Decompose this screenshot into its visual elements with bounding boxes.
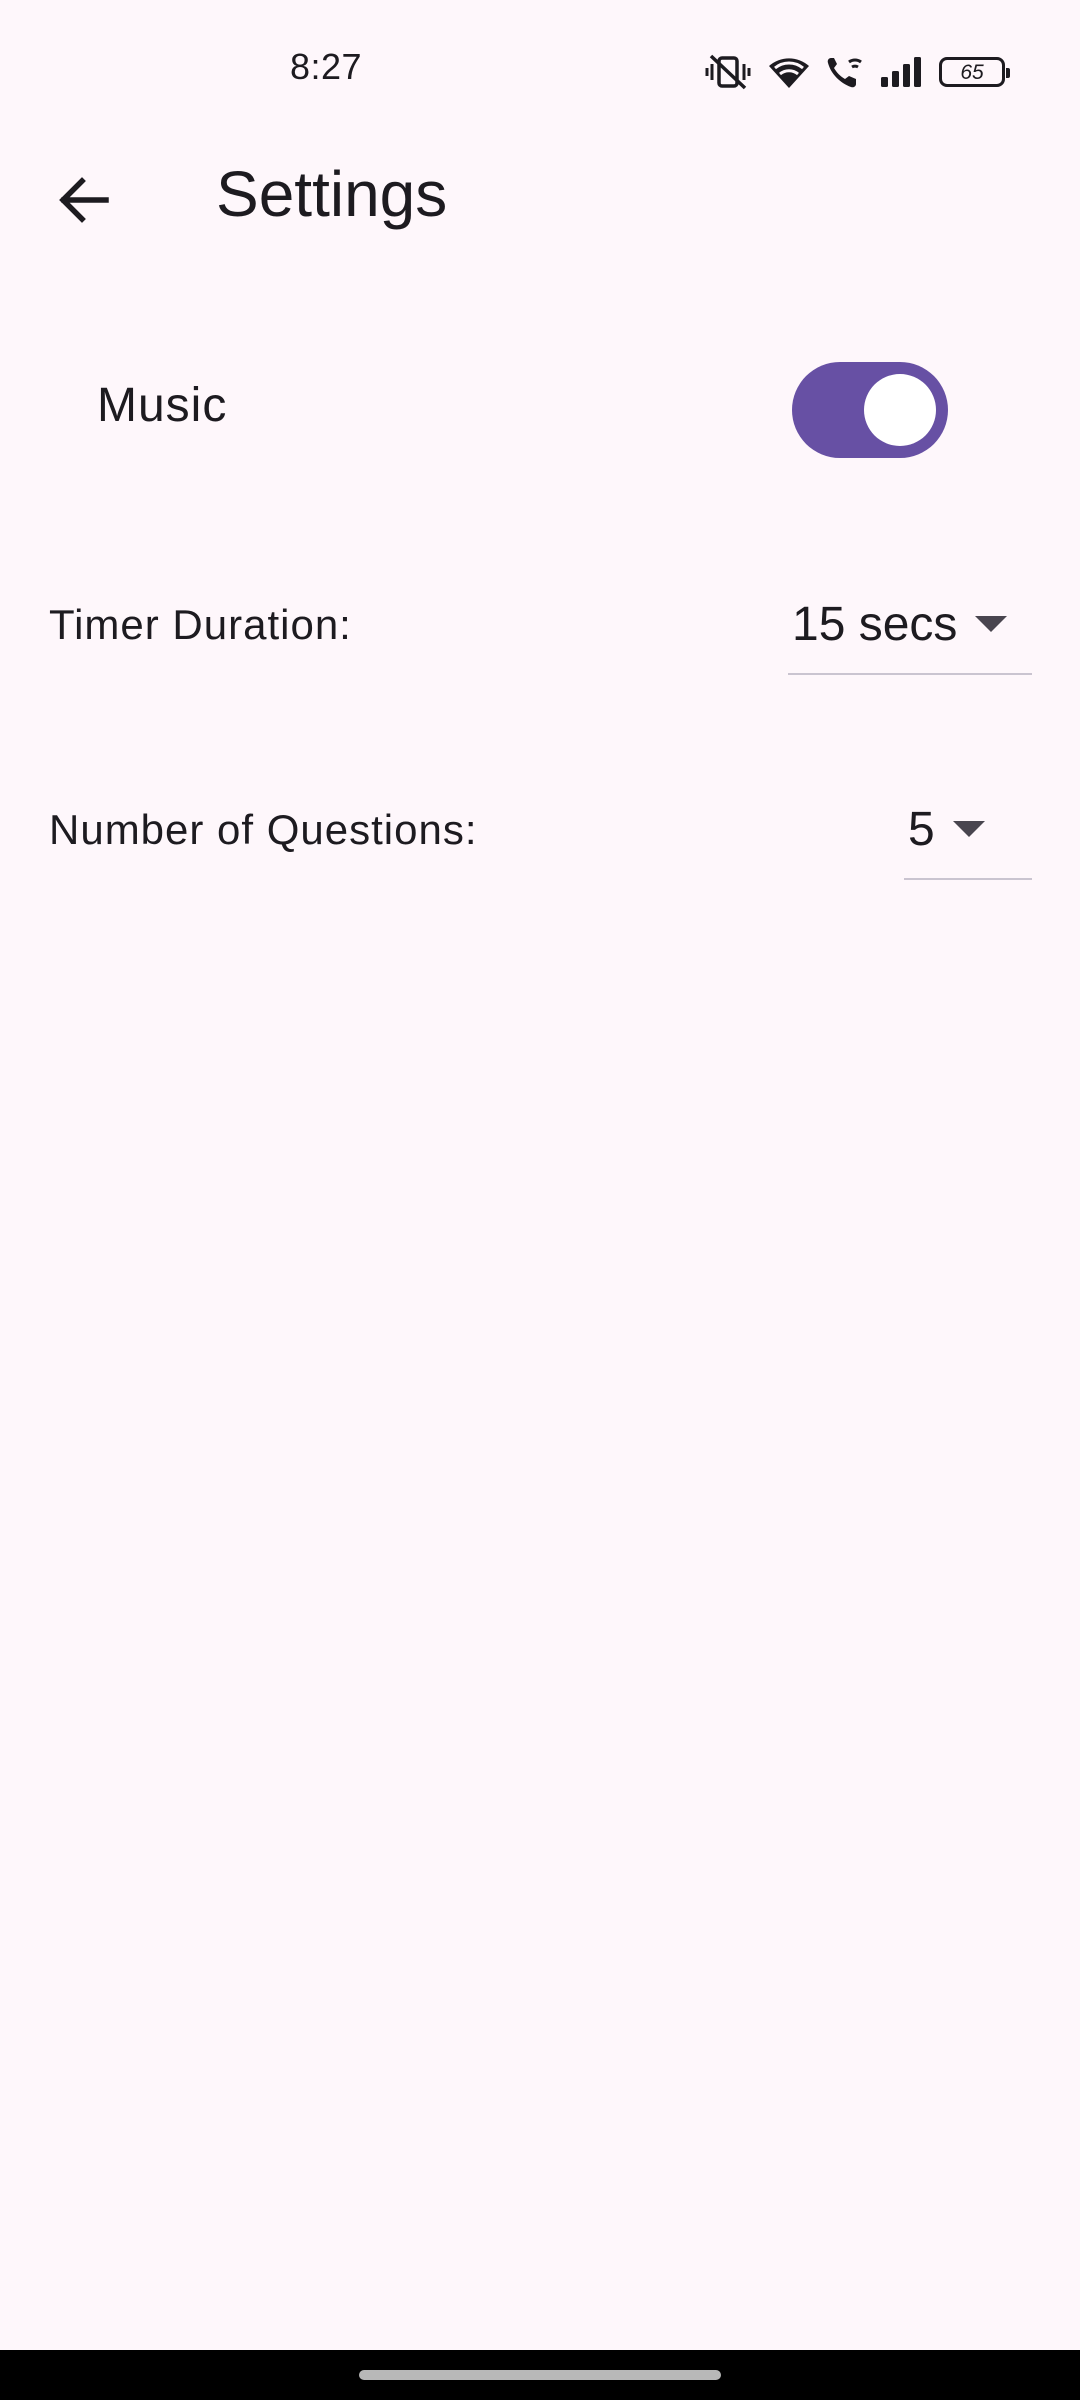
music-switch[interactable] xyxy=(792,362,948,458)
timer-duration-value: 15 secs xyxy=(792,597,958,651)
wifi-call-icon xyxy=(825,54,865,90)
music-switch-thumb xyxy=(864,374,936,446)
number-of-questions-label: Number of Questions: xyxy=(49,806,478,853)
music-setting-row: Music xyxy=(0,350,1080,470)
number-of-questions-dropdown[interactable]: 5 xyxy=(904,780,1032,880)
status-bar: 8:27 65 xyxy=(0,0,1080,140)
battery-level: 65 xyxy=(960,60,984,84)
arrow-back-icon xyxy=(58,176,110,229)
music-label: Music xyxy=(97,379,228,432)
settings-screen: 8:27 65 Settings Music Timer Duration: 1… xyxy=(0,0,1080,2400)
timer-duration-label: Timer Duration: xyxy=(49,601,352,648)
home-gesture-handle[interactable] xyxy=(359,2370,721,2380)
vibrate-icon xyxy=(703,52,753,92)
navigation-bar xyxy=(0,2350,1080,2400)
wifi-icon xyxy=(767,54,811,90)
page-title: Settings xyxy=(216,158,448,230)
number-of-questions-value: 5 xyxy=(908,802,935,856)
dropdown-arrow-icon xyxy=(952,821,985,837)
battery-icon: 65 xyxy=(939,57,1010,87)
timer-duration-dropdown[interactable]: 15 secs xyxy=(788,575,1032,675)
status-icons: 65 xyxy=(703,50,1010,94)
status-time: 8:27 xyxy=(290,46,363,87)
signal-icon xyxy=(879,55,925,89)
timer-duration-row: Timer Duration: 15 secs xyxy=(0,575,1080,685)
dropdown-arrow-icon xyxy=(975,616,1008,632)
app-bar: Settings xyxy=(0,140,1080,250)
number-of-questions-row: Number of Questions: 5 xyxy=(0,780,1080,890)
back-button[interactable] xyxy=(36,154,132,250)
